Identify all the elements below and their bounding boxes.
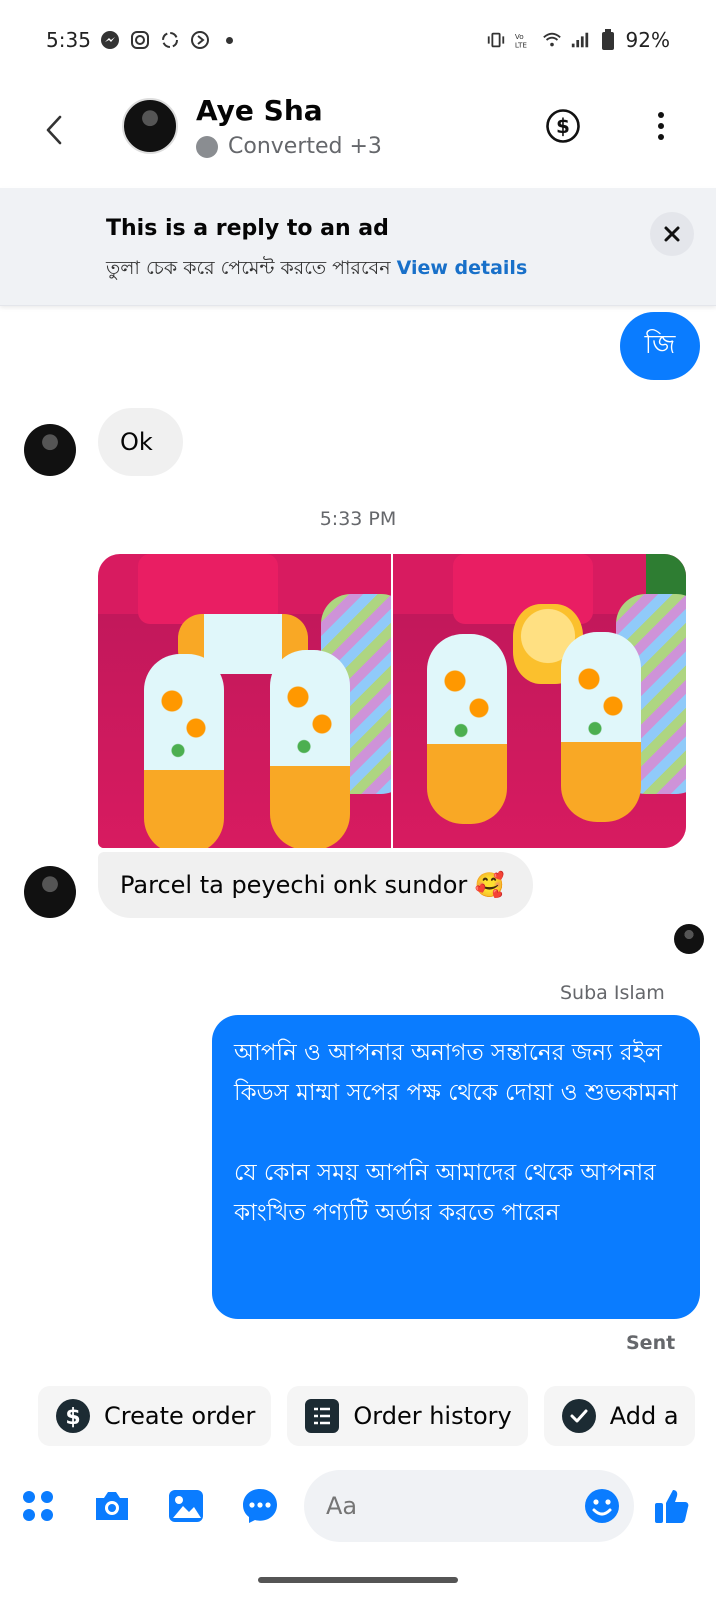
ad-banner-title: This is a reply to an ad: [106, 216, 389, 241]
message-composer: [0, 1470, 716, 1542]
system-indicators: Vo LTE 92%: [486, 28, 670, 52]
image-icon: [169, 1490, 203, 1522]
create-order-button[interactable]: $ Create order: [38, 1386, 272, 1446]
ad-reply-banner: This is a reply to an ad তুলা চেক করে পে…: [0, 188, 716, 306]
camera-button[interactable]: [92, 1486, 132, 1526]
ad-banner-subtitle: তুলা চেক করে পেমেন্ট করতে পারবেন View de…: [106, 254, 527, 286]
more-vertical-icon: [658, 112, 664, 118]
vibrate-icon: [486, 30, 506, 50]
more-options-button[interactable]: [646, 108, 676, 144]
ad-banner-text: তুলা চেক করে পেমেন্ট করতে পারবেন: [106, 257, 391, 279]
camera-icon: [96, 1492, 128, 1520]
thumbs-up-icon: [655, 1490, 689, 1523]
chat-bubble-icon: [243, 1489, 277, 1523]
wifi-icon: [542, 30, 562, 50]
grid-dots-icon: [23, 1491, 53, 1521]
order-history-label: Order history: [353, 1402, 512, 1430]
status-time: 5:35: [46, 28, 91, 52]
contact-name[interactable]: Aye Sha: [196, 94, 323, 127]
close-icon: [664, 226, 680, 242]
contact-status: Converted +3: [196, 134, 382, 159]
sender-name: Suba Islam: [560, 982, 665, 1004]
svg-text:$: $: [556, 114, 570, 138]
emoji-icon: [585, 1489, 619, 1523]
contact-avatar-small[interactable]: [24, 424, 76, 476]
checkmark-icon: [561, 1399, 596, 1433]
received-photos[interactable]: [98, 554, 686, 848]
home-indicator[interactable]: [258, 1577, 458, 1583]
view-details-link[interactable]: View details: [397, 257, 528, 279]
receipt-icon: [305, 1399, 340, 1433]
create-order-label: Create order: [104, 1402, 256, 1430]
app-icon: [190, 30, 210, 50]
dollar-icon: $: [56, 1399, 90, 1433]
order-history-button[interactable]: Order history: [287, 1386, 528, 1446]
emoji-button[interactable]: [582, 1486, 622, 1526]
quick-actions-bar: $ Create order Order history Add a: [38, 1386, 695, 1446]
photo-bolster-pillows-1[interactable]: [98, 554, 391, 848]
notification-icons: [100, 30, 233, 50]
battery-percent: 92%: [625, 28, 670, 52]
status-dot-icon: [196, 135, 218, 158]
photo-bolster-pillows-2[interactable]: [393, 554, 686, 848]
contact-avatar[interactable]: [122, 98, 178, 154]
message-paragraph: আপনি ও আপনার অনাগত সন্তানের জন্য রইল কিড…: [234, 1040, 678, 1106]
svg-text:LTE: LTE: [514, 40, 526, 49]
received-message-bubble[interactable]: Ok: [98, 408, 183, 476]
received-message-bubble[interactable]: Parcel ta peyechi onk sundor 🥰: [98, 852, 533, 918]
svg-text:$: $: [65, 1405, 80, 1430]
back-button[interactable]: [36, 108, 72, 152]
dollar-icon: $: [546, 109, 580, 143]
battery-icon: [598, 29, 618, 50]
signal-icon: [570, 30, 590, 50]
sent-message-bubble-long[interactable]: আপনি ও আপনার অনাগত সন্তানের জন্য রইল কিড…: [212, 1015, 700, 1319]
payment-button[interactable]: $: [545, 108, 581, 144]
message-sent-status: Sent: [626, 1332, 676, 1354]
sent-message-bubble[interactable]: জি: [620, 312, 700, 380]
more-notifications-dot: [226, 36, 233, 44]
gallery-button[interactable]: [166, 1486, 206, 1526]
instagram-icon: [130, 30, 150, 50]
chat-extensions-button[interactable]: [240, 1486, 280, 1526]
add-action-button[interactable]: Add a: [543, 1386, 695, 1446]
like-button[interactable]: [652, 1486, 692, 1526]
sync-icon: [160, 30, 180, 50]
status-bar: 5:35 Vo LTE 92%: [0, 0, 716, 82]
message-timestamp: 5:33 PM: [319, 508, 397, 530]
add-action-label: Add a: [609, 1402, 679, 1430]
message-paragraph: যে কোন সময় আপনি আমাদের থেকে আপনার কাংখি…: [234, 1160, 664, 1226]
more-actions-button[interactable]: [18, 1486, 58, 1526]
status-label: Converted +3: [228, 134, 382, 159]
volte-icon: Vo LTE: [514, 30, 534, 50]
back-arrow-icon: [46, 115, 62, 145]
close-banner-button[interactable]: [650, 212, 694, 256]
conversation-header: Aye Sha Converted +3 $: [0, 82, 716, 188]
contact-avatar-small[interactable]: [24, 866, 76, 918]
read-receipt-avatar: [674, 924, 704, 954]
messenger-icon: [100, 30, 120, 50]
